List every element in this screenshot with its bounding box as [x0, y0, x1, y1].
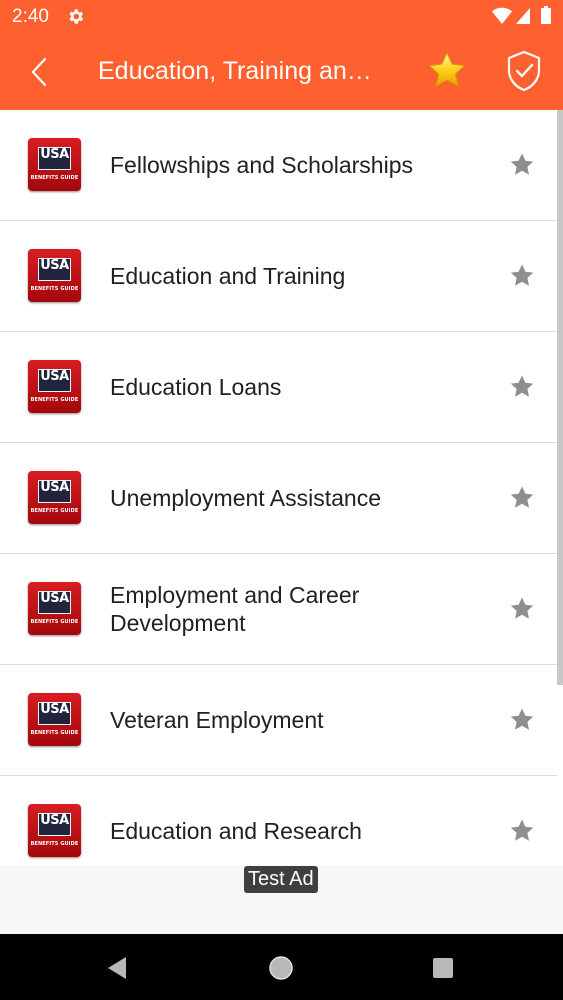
back-arrow-icon [31, 57, 47, 87]
logo-subtext: BENEFITS GUIDE [30, 619, 79, 625]
list-item[interactable]: USA BENEFITS GUIDE Employment and Career… [0, 554, 557, 665]
favorite-star-icon[interactable] [509, 263, 535, 289]
back-button[interactable] [22, 55, 56, 89]
list-item[interactable]: USA BENEFITS GUIDE Unemployment Assistan… [0, 443, 557, 554]
status-bar: 2:40 [0, 0, 563, 35]
logo-subtext: BENEFITS GUIDE [30, 841, 79, 847]
logo-subtext: BENEFITS GUIDE [30, 730, 79, 736]
logo-subtext: BENEFITS GUIDE [30, 397, 79, 403]
signal-icon [516, 8, 530, 24]
list-item-label: Veteran Employment [110, 707, 324, 733]
star-icon[interactable] [426, 50, 468, 92]
list-item-label: Education Loans [110, 374, 282, 400]
nav-back-icon[interactable] [106, 956, 128, 980]
favorite-star-icon[interactable] [509, 152, 535, 178]
logo-text: USA [40, 147, 69, 162]
logo-subtext: BENEFITS GUIDE [30, 175, 79, 181]
logo-text: USA [40, 480, 69, 495]
usa-benefits-logo: USA BENEFITS GUIDE [28, 693, 81, 746]
scrollbar[interactable] [557, 110, 563, 685]
list-item[interactable]: USA BENEFITS GUIDE Education and Researc… [0, 776, 557, 865]
logo-text: USA [40, 369, 69, 384]
list-item[interactable]: USA BENEFITS GUIDE Veteran Employment [0, 665, 557, 776]
logo-text: USA [40, 258, 69, 273]
test-ad-label: Test Ad [244, 866, 318, 893]
logo-subtext: BENEFITS GUIDE [30, 286, 79, 292]
usa-benefits-logo: USA BENEFITS GUIDE [28, 138, 81, 191]
wifi-icon [492, 7, 512, 24]
list-item[interactable]: USA BENEFITS GUIDE Education and Trainin… [0, 221, 557, 332]
list-item-label: Employment and Career Development [110, 582, 360, 636]
nav-recents-icon[interactable] [432, 957, 454, 979]
list-item-label: Unemployment Assistance [110, 485, 382, 511]
usa-benefits-logo: USA BENEFITS GUIDE [28, 249, 81, 302]
gear-icon [69, 9, 84, 24]
favorite-star-icon[interactable] [509, 485, 535, 511]
usa-benefits-logo: USA BENEFITS GUIDE [28, 360, 81, 413]
list-item[interactable]: USA BENEFITS GUIDE Education Loans [0, 332, 557, 443]
usa-benefits-logo: USA BENEFITS GUIDE [28, 804, 81, 857]
favorite-star-icon[interactable] [509, 596, 535, 622]
category-list: USA BENEFITS GUIDE Fellowships and Schol… [0, 110, 557, 865]
usa-benefits-logo: USA BENEFITS GUIDE [28, 582, 81, 635]
logo-text: USA [40, 702, 69, 717]
list-item-label: Fellowships and Scholarships [110, 152, 413, 178]
logo-text: USA [40, 813, 69, 828]
nav-home-icon[interactable] [268, 955, 294, 981]
status-time: 2:40 [12, 6, 49, 27]
logo-subtext: BENEFITS GUIDE [30, 508, 79, 514]
favorite-star-icon[interactable] [509, 374, 535, 400]
usa-benefits-logo: USA BENEFITS GUIDE [28, 471, 81, 524]
logo-text: USA [40, 591, 69, 606]
favorite-star-icon[interactable] [509, 818, 535, 844]
battery-icon [541, 6, 551, 24]
list-item-label: Education and Research [110, 818, 362, 844]
shield-check-icon[interactable] [504, 49, 544, 93]
app-bar: 2:40 Education, Training an… [0, 0, 563, 110]
page-title: Education, Training an… [98, 57, 372, 85]
list-item[interactable]: USA BENEFITS GUIDE Fellowships and Schol… [0, 110, 557, 221]
system-nav-bar [0, 934, 563, 1000]
favorite-star-icon[interactable] [509, 707, 535, 733]
list-item-label: Education and Training [110, 263, 346, 289]
